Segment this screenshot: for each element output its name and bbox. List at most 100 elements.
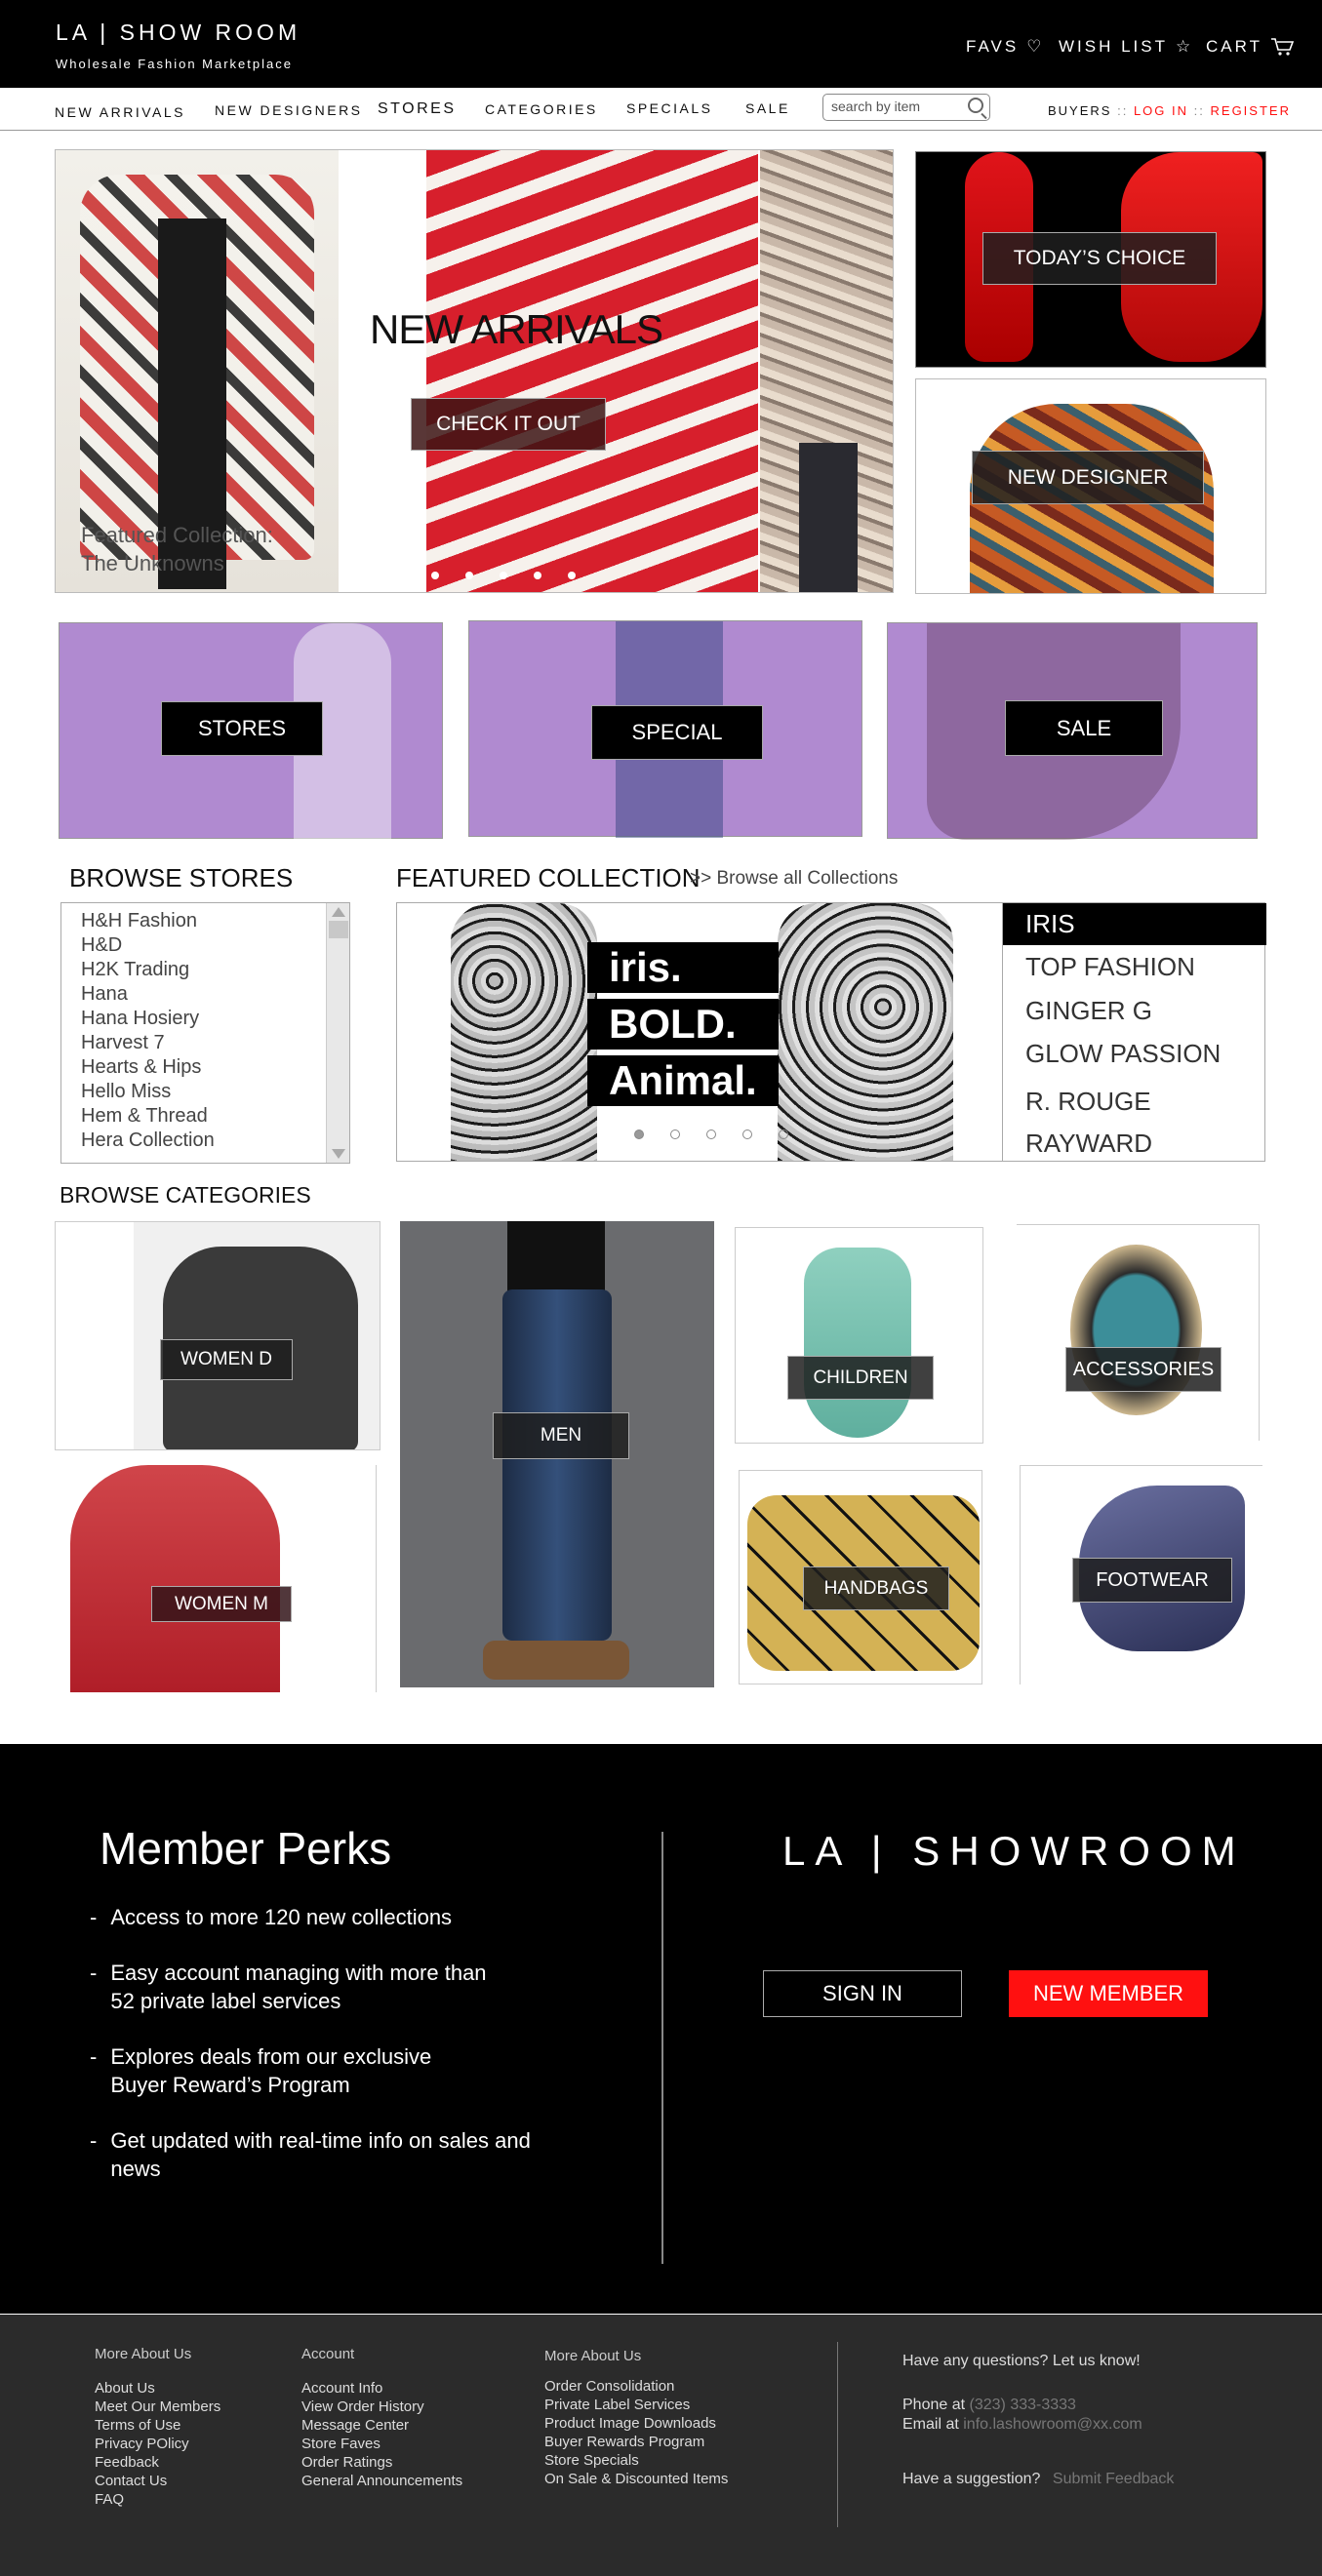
todays-choice-button[interactable]: TODAY’S CHOICE bbox=[982, 232, 1217, 285]
footer-link[interactable]: On Sale & Discounted Items bbox=[544, 2470, 728, 2488]
site-logo[interactable]: LA | SHOW ROOM bbox=[56, 20, 300, 46]
women-d-button[interactable]: WOMEN D bbox=[160, 1339, 293, 1380]
footer-link[interactable]: Store Faves bbox=[301, 2435, 462, 2453]
new-member-button[interactable]: NEW MEMBER bbox=[1009, 1970, 1208, 2017]
carousel-dot[interactable] bbox=[431, 572, 439, 579]
footwear-button[interactable]: FOOTWEAR bbox=[1072, 1558, 1232, 1603]
phone-number[interactable]: (323) 333-3333 bbox=[970, 2397, 1076, 2413]
store-item[interactable]: Hera Collection bbox=[81, 1129, 215, 1153]
store-item[interactable]: Hearts & Hips bbox=[81, 1055, 215, 1080]
footer-link[interactable]: Account Info bbox=[301, 2379, 462, 2398]
category-handbags[interactable]: HANDBAGS bbox=[739, 1470, 982, 1684]
footer-link[interactable]: Contact Us bbox=[95, 2472, 220, 2490]
wishlist-link[interactable]: WISH LIST ☆ bbox=[1059, 37, 1193, 57]
carousel-dot[interactable] bbox=[634, 1129, 644, 1139]
nav-new-designers[interactable]: NEW DESIGNERS bbox=[215, 102, 363, 118]
check-it-out-button[interactable]: CHECK IT OUT bbox=[411, 398, 606, 451]
men-button[interactable]: MEN bbox=[493, 1412, 629, 1459]
todays-choice-tile[interactable]: TODAY’S CHOICE bbox=[915, 151, 1266, 368]
footer-link[interactable]: Order Ratings bbox=[301, 2453, 462, 2472]
footer-link[interactable]: Message Center bbox=[301, 2416, 462, 2435]
carousel-dot[interactable] bbox=[534, 572, 541, 579]
carousel-dot[interactable] bbox=[742, 1129, 752, 1139]
login-link[interactable]: LOG IN bbox=[1134, 103, 1188, 118]
footer-link[interactable]: Store Specials bbox=[544, 2451, 728, 2470]
women-m-button[interactable]: WOMEN M bbox=[151, 1586, 292, 1622]
new-designer-button[interactable]: NEW DESIGNER bbox=[972, 451, 1204, 504]
footer-link[interactable]: Terms of Use bbox=[95, 2416, 220, 2435]
store-item[interactable]: Hana Hosiery bbox=[81, 1007, 215, 1031]
collection-item-active[interactable]: IRIS bbox=[1003, 903, 1266, 945]
sale-promo-tile[interactable]: SALE bbox=[887, 622, 1258, 840]
carousel-dot[interactable] bbox=[706, 1129, 716, 1139]
nav-specials[interactable]: SPECIALS bbox=[626, 100, 712, 116]
accessories-button[interactable]: ACCESSORIES bbox=[1065, 1347, 1222, 1392]
category-footwear[interactable]: FOOTWEAR bbox=[1020, 1465, 1262, 1684]
scroll-down-icon[interactable] bbox=[332, 1149, 345, 1159]
collection-item[interactable]: TOP FASHION bbox=[1025, 952, 1195, 982]
collection-item[interactable]: R. ROUGE bbox=[1025, 1087, 1151, 1117]
nav-stores[interactable]: STORES bbox=[378, 100, 457, 118]
store-item[interactable]: Harvest 7 bbox=[81, 1031, 215, 1055]
stores-promo-button[interactable]: STORES bbox=[161, 701, 323, 756]
browse-all-collections-link[interactable]: >> Browse all Collections bbox=[690, 868, 898, 890]
scroll-thumb[interactable] bbox=[328, 921, 348, 938]
search-icon[interactable] bbox=[968, 98, 983, 113]
sign-in-button[interactable]: SIGN IN bbox=[763, 1970, 962, 2017]
footer-link[interactable]: Feedback bbox=[95, 2453, 220, 2472]
category-children[interactable]: CHILDREN bbox=[735, 1227, 983, 1444]
featured-collection-caption[interactable]: Featured Collection: The Unknowns bbox=[81, 521, 273, 577]
featured-collection-banner[interactable]: iris. BOLD. Animal. bbox=[396, 902, 1003, 1162]
store-item[interactable]: Hello Miss bbox=[81, 1080, 215, 1104]
stores-promo-tile[interactable]: STORES bbox=[59, 622, 443, 840]
nav-new-arrivals[interactable]: NEW ARRIVALS bbox=[55, 104, 185, 120]
handbags-button[interactable]: HANDBAGS bbox=[803, 1566, 949, 1610]
footer-link[interactable]: Order Consolidation bbox=[544, 2377, 728, 2396]
carousel-dot[interactable] bbox=[670, 1129, 680, 1139]
perk-dash: - bbox=[90, 2044, 98, 2069]
special-promo-tile[interactable]: SPECIAL bbox=[468, 620, 862, 838]
carousel-dot[interactable] bbox=[779, 1129, 788, 1139]
collection-item[interactable]: GINGER G bbox=[1025, 996, 1152, 1026]
nav-sale[interactable]: SALE bbox=[745, 100, 790, 116]
register-link[interactable]: REGISTER bbox=[1211, 103, 1291, 118]
category-women-d[interactable]: WOMEN D bbox=[55, 1221, 381, 1450]
collection-carousel-dots[interactable] bbox=[634, 1129, 788, 1139]
special-promo-button[interactable]: SPECIAL bbox=[591, 705, 763, 760]
footer-link[interactable]: Buyer Rewards Program bbox=[544, 2433, 728, 2451]
store-item[interactable]: H&H Fashion bbox=[81, 909, 215, 933]
footer-link[interactable]: View Order History bbox=[301, 2398, 462, 2416]
hero-carousel-dots[interactable] bbox=[431, 572, 576, 579]
store-item[interactable]: Hem & Thread bbox=[81, 1104, 215, 1129]
footer-link[interactable]: FAQ bbox=[95, 2490, 220, 2509]
hero-banner[interactable]: NEW ARRIVALS CHECK IT OUT Featured Colle… bbox=[55, 149, 894, 593]
footer-link[interactable]: Product Image Downloads bbox=[544, 2414, 728, 2433]
footer-link[interactable]: General Announcements bbox=[301, 2472, 462, 2490]
cart-link[interactable]: CART bbox=[1206, 37, 1294, 57]
favs-link[interactable]: FAVS ♡ bbox=[966, 37, 1044, 57]
footer-link[interactable]: Meet Our Members bbox=[95, 2398, 220, 2416]
scroll-up-icon[interactable] bbox=[331, 907, 345, 917]
store-item[interactable]: H2K Trading bbox=[81, 958, 215, 982]
email-address[interactable]: info.lashowroom@xx.com bbox=[963, 2416, 1142, 2433]
footer-link[interactable]: Privacy POlicy bbox=[95, 2435, 220, 2453]
footer-link[interactable]: About Us bbox=[95, 2379, 220, 2398]
collection-item[interactable]: RAYWARD bbox=[1025, 1129, 1152, 1159]
footer-link[interactable]: Private Label Services bbox=[544, 2396, 728, 2414]
carousel-dot[interactable] bbox=[568, 572, 576, 579]
carousel-dot[interactable] bbox=[465, 572, 473, 579]
store-item[interactable]: H&D bbox=[81, 933, 215, 958]
new-designer-tile[interactable]: NEW DESIGNER bbox=[915, 378, 1266, 594]
store-item[interactable]: Hana bbox=[81, 982, 215, 1007]
collection-item[interactable]: GLOW PASSION bbox=[1025, 1039, 1221, 1069]
children-button[interactable]: CHILDREN bbox=[787, 1356, 934, 1400]
category-women-m[interactable]: WOMEN M bbox=[70, 1465, 377, 1692]
sale-promo-button[interactable]: SALE bbox=[1005, 700, 1163, 756]
category-men[interactable]: MEN bbox=[400, 1221, 714, 1687]
search-input[interactable]: search by item bbox=[822, 94, 990, 121]
category-accessories[interactable]: ACCESSORIES bbox=[1017, 1224, 1260, 1441]
store-list-scrollbar[interactable] bbox=[326, 903, 349, 1163]
nav-categories[interactable]: CATEGORIES bbox=[485, 101, 598, 117]
carousel-dot[interactable] bbox=[500, 572, 507, 579]
submit-feedback-link[interactable]: Submit Feedback bbox=[1053, 2471, 1175, 2487]
